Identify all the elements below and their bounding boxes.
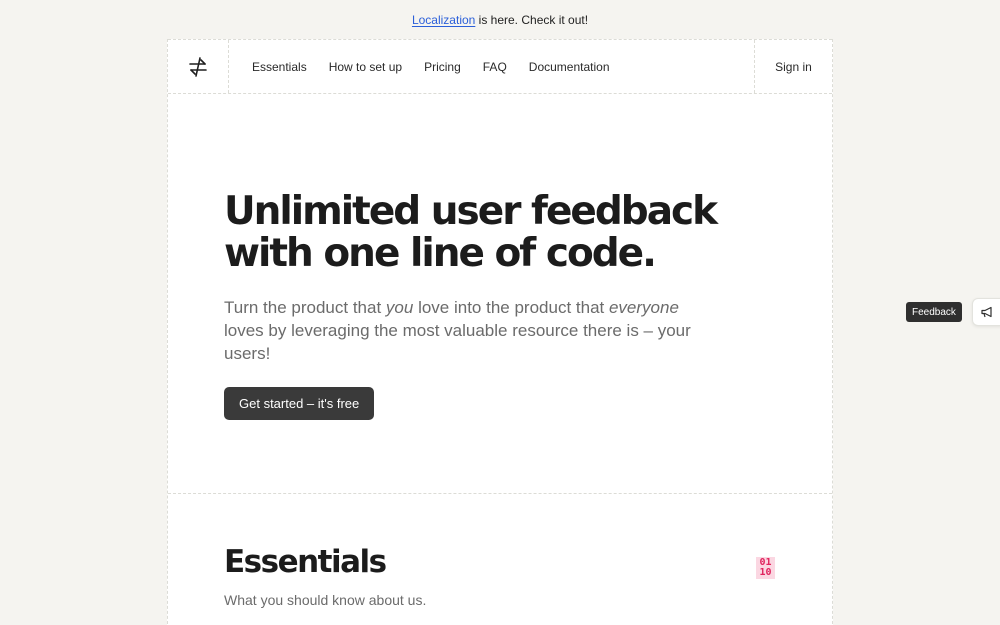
page-frame: Essentials How to set up Pricing FAQ Doc… [167, 39, 833, 625]
nav-links: Essentials How to set up Pricing FAQ Doc… [252, 40, 632, 93]
hero-subtitle-em2: everyone [608, 298, 679, 317]
binary-badge-line2: 10 [759, 567, 772, 578]
hero-subtitle-part1: Turn the product that [224, 298, 386, 317]
logo-link[interactable] [168, 40, 229, 93]
hero-section: Unlimited user feedback with one line of… [224, 191, 784, 420]
section-divider [168, 493, 832, 494]
nav-item-faq[interactable]: FAQ [483, 60, 507, 74]
nav-item-how-to-set-up[interactable]: How to set up [329, 60, 402, 74]
hero-subtitle-part2: love into the product that [413, 298, 609, 317]
announcement-link[interactable]: Localization [412, 13, 475, 27]
essentials-title: Essentials [224, 544, 387, 580]
feedback-tooltip: Feedback [906, 302, 962, 322]
megaphone-icon [981, 306, 992, 318]
nav-item-essentials[interactable]: Essentials [252, 60, 307, 74]
feedback-button[interactable] [972, 298, 1000, 326]
sign-in-link[interactable]: Sign in [754, 40, 832, 93]
get-started-button[interactable]: Get started – it's free [224, 387, 375, 420]
hero-title: Unlimited user feedback with one line of… [224, 191, 784, 275]
announcement-text: is here. Check it out! [475, 12, 589, 27]
exchange-arrows-icon [189, 56, 207, 77]
nav-item-documentation[interactable]: Documentation [529, 60, 610, 74]
binary-badge-icon: 01 10 [756, 557, 775, 579]
announcement-bar: Localization is here. Check it out! [0, 0, 1000, 39]
hero-title-line1: Unlimited user feedback [224, 189, 718, 234]
hero-subtitle-em1: you [385, 298, 414, 317]
hero-title-line2: with one line of code. [224, 231, 657, 276]
nav-item-pricing[interactable]: Pricing [424, 60, 461, 74]
top-nav: Essentials How to set up Pricing FAQ Doc… [168, 39, 832, 94]
hero-subtitle: Turn the product that you love into the … [224, 296, 704, 365]
essentials-subtitle: What you should know about us. [224, 592, 427, 608]
